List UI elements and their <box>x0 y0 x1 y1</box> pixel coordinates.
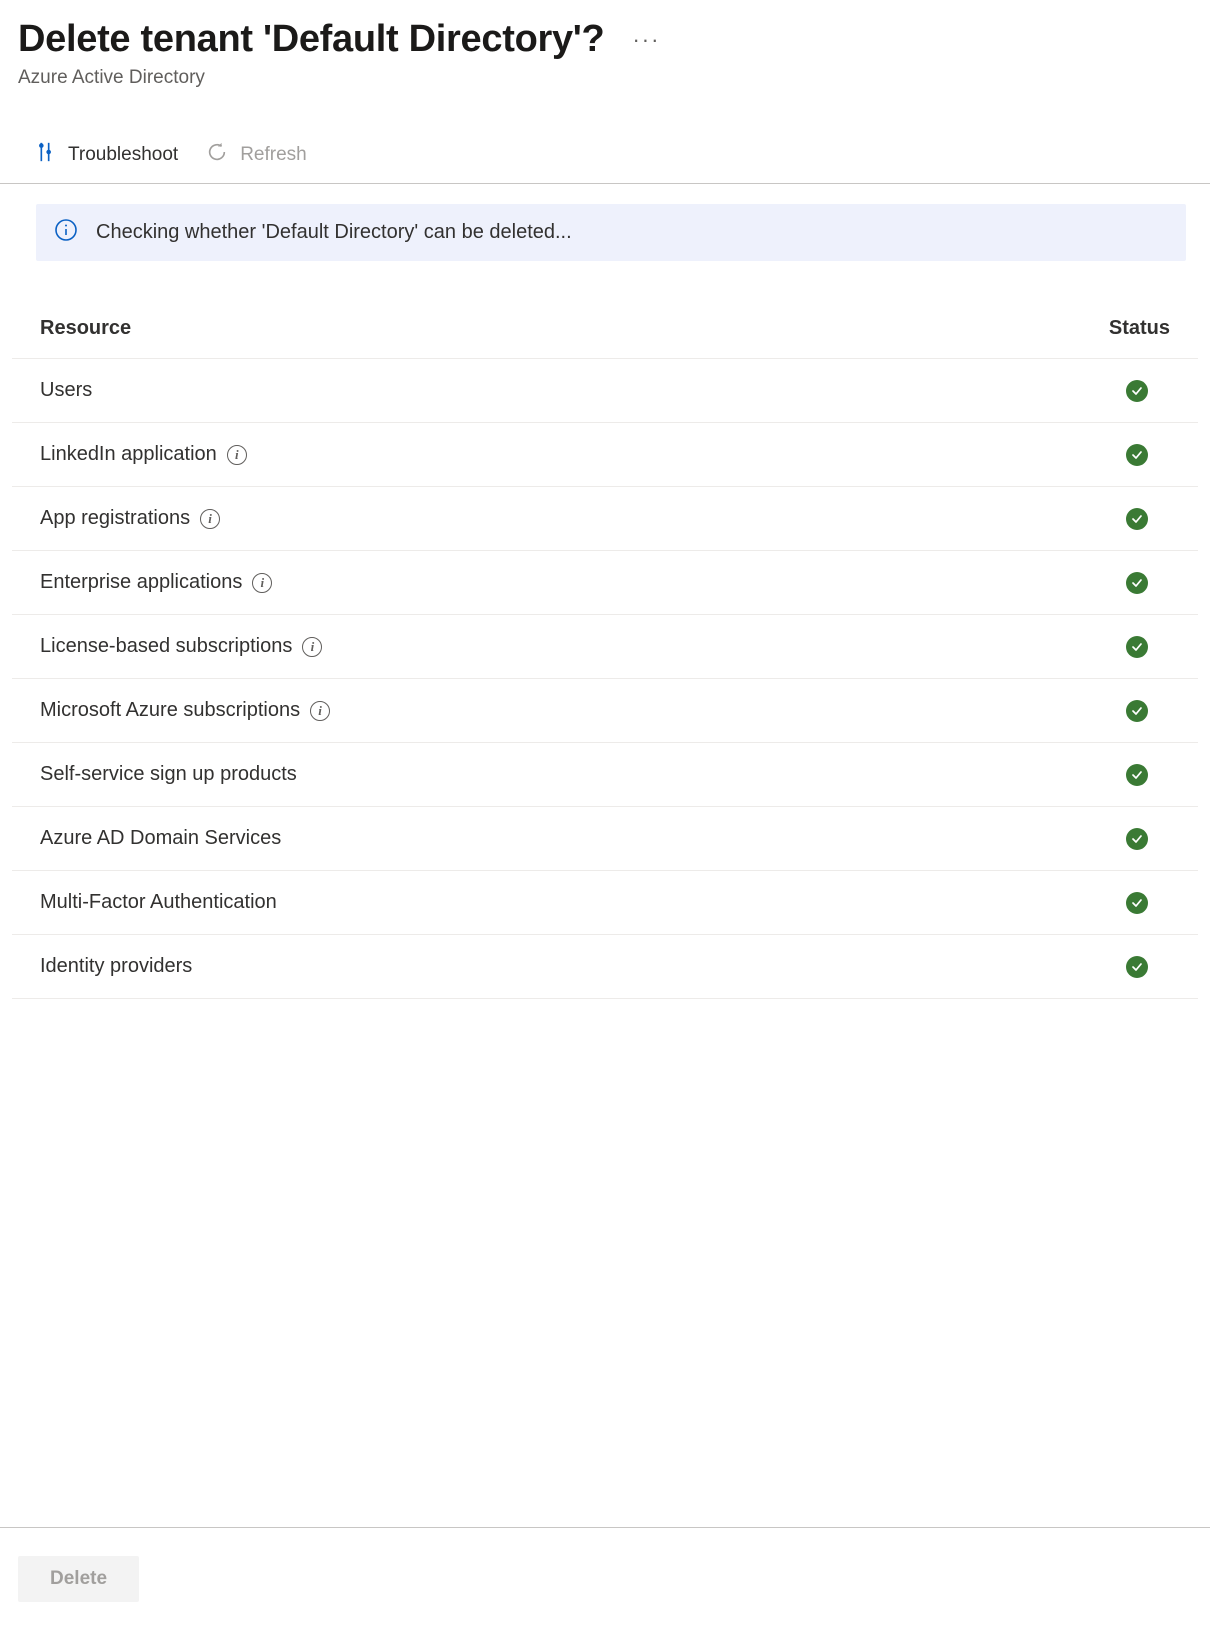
info-icon[interactable]: i <box>302 637 322 657</box>
status-ok-icon <box>1126 828 1148 850</box>
resource-name: Enterprise applications <box>40 571 242 594</box>
table-row: Users <box>12 359 1198 423</box>
resource-name: Azure AD Domain Services <box>40 827 281 850</box>
footer: Delete <box>0 1527 1210 1630</box>
info-icon[interactable]: i <box>310 701 330 721</box>
status-ok-icon <box>1126 380 1148 402</box>
status-ok-icon <box>1126 572 1148 594</box>
status-ok-icon <box>1126 444 1148 466</box>
table-row: Microsoft Azure subscriptions i <box>12 679 1198 743</box>
resource-name: Self-service sign up products <box>40 763 297 786</box>
status-ok-icon <box>1126 956 1148 978</box>
table-row: Azure AD Domain Services <box>12 807 1198 871</box>
info-icon[interactable]: i <box>227 445 247 465</box>
status-ok-icon <box>1126 700 1148 722</box>
status-ok-icon <box>1126 636 1148 658</box>
resource-name: Identity providers <box>40 955 192 978</box>
table-row: LinkedIn application i <box>12 423 1198 487</box>
status-ok-icon <box>1126 764 1148 786</box>
info-icon <box>54 218 78 247</box>
resource-table: Resource Status Users LinkedIn applicatio… <box>12 317 1198 999</box>
refresh-icon <box>206 141 228 169</box>
banner-text: Checking whether 'Default Directory' can… <box>96 221 572 244</box>
table-row: App registrations i <box>12 487 1198 551</box>
status-ok-icon <box>1126 508 1148 530</box>
header: Delete tenant 'Default Directory'? ··· A… <box>0 0 1210 99</box>
status-ok-icon <box>1126 892 1148 914</box>
resource-name: Microsoft Azure subscriptions <box>40 699 300 722</box>
resource-name: Multi-Factor Authentication <box>40 891 277 914</box>
page-title: Delete tenant 'Default Directory'? <box>18 18 604 61</box>
resource-name: Users <box>40 379 92 402</box>
table-row: Enterprise applications i <box>12 551 1198 615</box>
info-icon[interactable]: i <box>252 573 272 593</box>
table-row: Self-service sign up products <box>12 743 1198 807</box>
col-header-status: Status <box>1030 317 1170 340</box>
toolbar: Troubleshoot Refresh <box>0 127 1210 184</box>
refresh-button[interactable]: Refresh <box>206 141 307 169</box>
table-row: License-based subscriptions i <box>12 615 1198 679</box>
troubleshoot-button[interactable]: Troubleshoot <box>34 141 178 169</box>
info-icon[interactable]: i <box>200 509 220 529</box>
info-banner: Checking whether 'Default Directory' can… <box>36 204 1186 261</box>
resource-name: LinkedIn application <box>40 443 217 466</box>
resource-name: License-based subscriptions <box>40 635 292 658</box>
troubleshoot-label: Troubleshoot <box>68 144 178 166</box>
page-subtitle: Azure Active Directory <box>18 67 1192 89</box>
refresh-label: Refresh <box>240 144 307 166</box>
troubleshoot-icon <box>34 141 56 169</box>
resource-name: App registrations <box>40 507 190 530</box>
table-row: Identity providers <box>12 935 1198 999</box>
delete-button[interactable]: Delete <box>18 1556 139 1602</box>
col-header-resource: Resource <box>40 317 1030 340</box>
more-actions-icon[interactable]: ··· <box>632 27 660 53</box>
table-row: Multi-Factor Authentication <box>12 871 1198 935</box>
